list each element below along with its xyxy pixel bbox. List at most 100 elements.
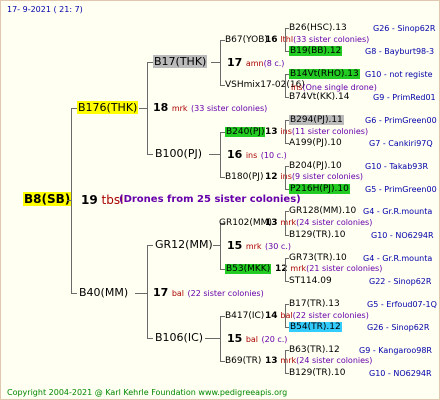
branch-line <box>220 223 221 270</box>
g1-ins: bal <box>171 289 185 298</box>
g3-node[interactable]: B417(IC) <box>225 310 264 322</box>
branch-line <box>135 293 148 294</box>
g3-sis: (24 sister colonies) <box>296 356 373 365</box>
g3-ins: bal <box>280 311 293 320</box>
g4-ref: G4 - Gr.R.mounta <box>363 254 433 263</box>
g1-info: 18 mrk (33 sister colonies) <box>153 102 267 115</box>
g4-node[interactable]: B204(PJ).10 <box>289 160 342 172</box>
g2-info: 15 bal (20 c.) <box>227 333 287 346</box>
g2-sis: (20 c.) <box>261 335 288 344</box>
g4-node[interactable]: B129(TR).10 <box>289 229 345 241</box>
g4-node[interactable]: B74Vt(KK).14 <box>289 91 349 103</box>
g4-ref: G10 - NO6294R <box>371 231 434 240</box>
g4-node[interactable]: B26(HSC).13 <box>289 22 347 34</box>
g4-ref: G9 - Kangaroo98R <box>359 346 432 355</box>
g2-ins: ins <box>245 151 258 160</box>
g4-node[interactable]: B294(PJ).11 <box>289 114 344 126</box>
branch-line <box>285 28 286 52</box>
branch-line <box>67 200 72 201</box>
g3-ins: mrk <box>280 218 297 227</box>
g4-node[interactable]: B54(TR).12 <box>289 321 342 333</box>
g2-node[interactable]: B17(THK) <box>153 55 208 68</box>
root-info: 19 tbsl <box>81 194 123 206</box>
g3-node[interactable]: B69(TR) <box>225 355 261 367</box>
g2-sis: (30 c.) <box>265 242 291 251</box>
g3-ins: mrk <box>290 264 307 273</box>
branch-line <box>211 62 221 63</box>
g2-node[interactable]: GR12(MM) <box>155 239 213 251</box>
g3-sis: (22 sister colonies) <box>292 311 369 320</box>
root-label: B8(SB) <box>23 192 72 206</box>
g2-num: 16 <box>227 148 243 161</box>
g4-ref: G4 - Gr.R.mounta <box>363 207 433 216</box>
g3-info: 12 ins(9 sister colonies) <box>265 171 363 183</box>
g4-ref: G26 - Sinop62R <box>367 323 430 332</box>
branch-line <box>209 154 221 155</box>
g4-node[interactable]: ST114.09 <box>289 275 332 287</box>
g2-node[interactable]: B106(IC) <box>155 332 203 344</box>
g3-node[interactable]: B67(YOB) <box>225 34 268 46</box>
g2-num: 15 <box>227 239 243 252</box>
g4-node[interactable]: P216H(PJ).10 <box>289 183 350 195</box>
g1-node[interactable]: B176(THK) <box>77 101 139 114</box>
g4-ref: G7 - Cankiri97Q <box>369 139 433 148</box>
g1-node[interactable]: B40(MM) <box>79 287 128 299</box>
g2-sis: (10 c.) <box>260 151 287 160</box>
branch-line <box>285 350 286 374</box>
g4-ref: G10 - Takab93R <box>365 162 429 171</box>
branch-line <box>285 74 286 98</box>
branch-line <box>71 108 72 294</box>
g4-ref: G26 - Sinop62R <box>373 24 436 33</box>
g4-node[interactable]: GR73(TR).10 <box>289 252 347 264</box>
g3-node[interactable]: B180(PJ) <box>225 171 263 183</box>
g4-node[interactable]: B19(BB).12 <box>289 45 343 57</box>
g4-node[interactable]: B17(TR).13 <box>289 298 340 310</box>
branch-line <box>147 245 148 339</box>
g1-sis: (22 sister colonies) <box>187 289 264 298</box>
branch-line <box>220 316 221 362</box>
g4-node[interactable]: B14Vt(RHO).13 <box>289 68 360 80</box>
branch-line <box>285 258 286 282</box>
g2-node[interactable]: B100(PJ) <box>155 148 202 160</box>
g3-num: 13 <box>265 127 278 137</box>
g2-info: 16 ins (10 c.) <box>227 149 287 162</box>
g2-info: 17 amn(8 c.) <box>227 57 284 70</box>
g2-info: 15 mrk (30 c.) <box>227 240 291 253</box>
g4-node[interactable]: B129(TR).10 <box>289 367 345 379</box>
g1-ins: mrk <box>171 104 188 113</box>
branch-line <box>205 338 221 339</box>
root-queen[interactable]: B8(SB) <box>23 192 72 206</box>
g4-ref: G10 - NO6294R <box>369 369 432 378</box>
g3-num: 12 <box>265 172 278 182</box>
branch-line <box>71 293 77 294</box>
g4-label: B294(PJ).11 <box>289 115 344 125</box>
branch-line <box>285 120 286 144</box>
g4-node[interactable]: GR128(MM).10 <box>289 205 356 217</box>
g3-sis: (24 sister colonies) <box>296 218 373 227</box>
date-stamp: 17- 9-2021 ( 21: 7) <box>7 5 83 14</box>
g4-ref: G5 - PrimGreen00 <box>365 185 437 194</box>
g3-ins: ins <box>280 172 292 181</box>
g3-info: 13 mrk(24 sister colonies) <box>265 217 372 229</box>
root-num: 19 <box>81 193 98 207</box>
copyright-footer: Copyright 2004-2021 @ Karl Kehrle Founda… <box>7 388 288 397</box>
g1-label: B176(THK) <box>77 101 139 114</box>
branch-line <box>147 154 153 155</box>
branch-line <box>220 132 221 178</box>
g3-node[interactable]: B240(PJ) <box>225 126 266 138</box>
g3-node[interactable]: B53(MKK) <box>225 263 272 275</box>
g2-num: 15 <box>227 332 243 345</box>
g4-label: B54(TR).12 <box>289 322 342 332</box>
g3-num: 16 <box>265 35 278 45</box>
g4-ref: G8 - Bayburt98-3 <box>365 47 435 56</box>
g4-ref: G22 - Sinop62R <box>369 277 432 286</box>
g4-node[interactable]: A199(PJ).10 <box>289 137 342 149</box>
branch-line <box>285 211 286 236</box>
g3-num: 13 <box>265 356 278 366</box>
g3-info: 13 mrk(24 sister colonies) <box>265 355 372 367</box>
g1-sis: (33 sister colonies) <box>191 104 268 113</box>
g3-sis: (9 sister colonies) <box>291 172 363 181</box>
g3-ins: mrk <box>280 356 297 365</box>
g4-node[interactable]: B63(TR).12 <box>289 344 340 356</box>
g4-ref: G10 - not registe <box>365 70 433 79</box>
